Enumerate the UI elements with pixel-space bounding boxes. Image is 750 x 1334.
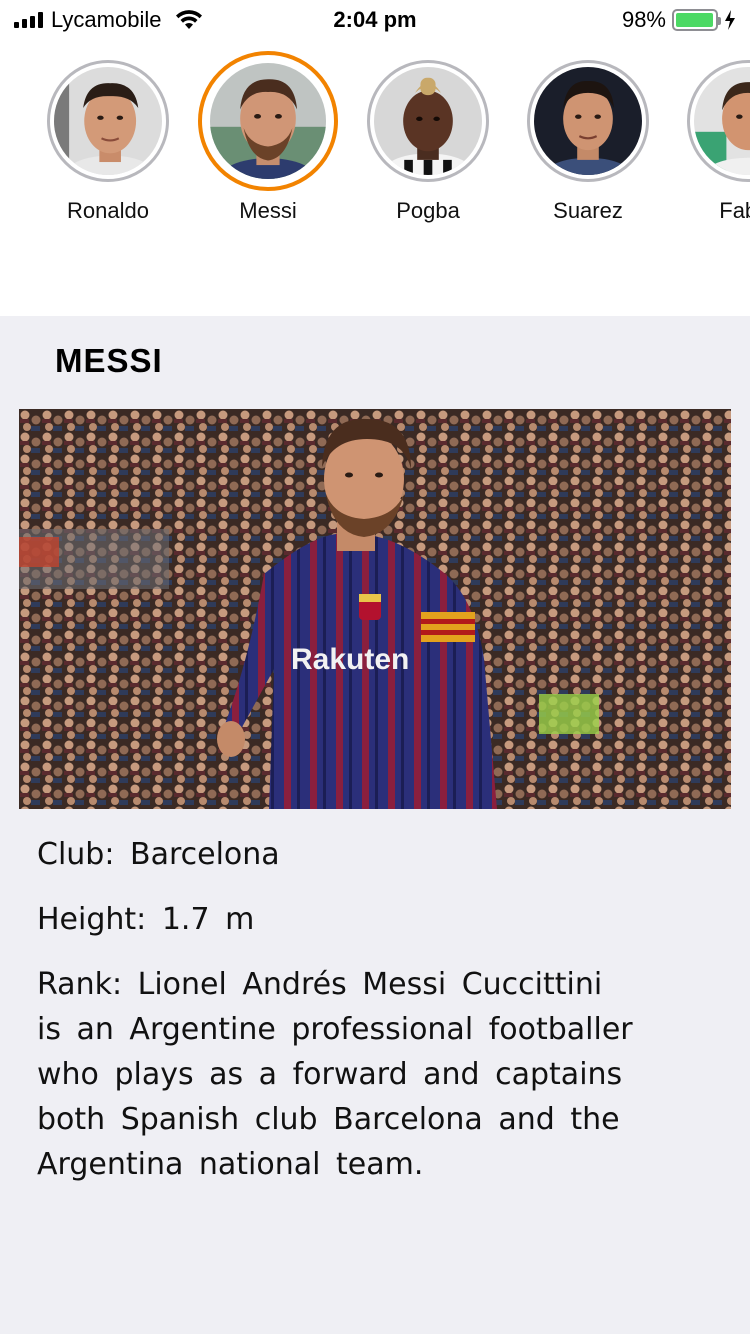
player-item-fabre[interactable]: Fabre xyxy=(668,60,750,224)
player-name: Messi xyxy=(239,198,297,223)
player-name: Pogba xyxy=(396,198,460,223)
player-item-pogba[interactable]: Pogba xyxy=(348,60,508,224)
player-item-ronaldo[interactable]: Ronaldo xyxy=(28,60,188,224)
height-value: 1.7 m xyxy=(161,902,255,937)
battery-percent: 98% xyxy=(621,7,666,32)
avatar-ring xyxy=(367,60,489,182)
player-detail-panel: MESSI Rakuten Club: Barcelona Height: 1.… xyxy=(0,316,750,1334)
player-item-suarez[interactable]: Suarez xyxy=(508,60,668,224)
avatar-ring-selected xyxy=(198,51,338,191)
carrier-name: Lycamobile xyxy=(51,7,162,32)
avatar-fabre xyxy=(694,67,750,175)
avatar-messi xyxy=(210,63,326,179)
charging-bolt-icon xyxy=(725,10,735,30)
player-info: Club: Barcelona Height: 1.7 m Rank: Lion… xyxy=(37,832,637,1207)
rank-row: Rank: Lionel Andrés Messi Cuccittini is … xyxy=(37,962,637,1187)
avatar-ronaldo xyxy=(54,67,162,175)
status-right: 98% xyxy=(622,7,736,33)
player-hero-image: Rakuten xyxy=(19,409,731,809)
svg-text:Rakuten: Rakuten xyxy=(291,643,409,676)
player-name: Suarez xyxy=(553,198,623,223)
avatar-ring xyxy=(527,60,649,182)
rank-value: Lionel Andrés Messi Cuccittini is an Arg… xyxy=(37,967,633,1182)
player-selector: Ronaldo Messi Pogba Suarez Fa xyxy=(0,48,750,316)
club-value: Barcelona xyxy=(130,837,280,872)
avatar-ring xyxy=(687,60,750,182)
app-screen: Lycamobile 2:04 pm 98% Ronaldo Messi Pog… xyxy=(0,0,750,1334)
player-item-messi[interactable]: Messi xyxy=(188,51,348,224)
page-title: MESSI xyxy=(55,342,163,379)
club-label: Club: xyxy=(37,837,115,872)
height-label: Height: xyxy=(37,902,147,937)
status-left: Lycamobile xyxy=(14,7,203,33)
status-bar: Lycamobile 2:04 pm 98% xyxy=(0,0,750,40)
club-row: Club: Barcelona xyxy=(37,832,637,877)
avatar-pogba xyxy=(374,67,482,175)
wifi-icon xyxy=(176,10,203,29)
avatar-suarez xyxy=(534,67,642,175)
signal-icon xyxy=(14,12,43,28)
player-name: Fabre xyxy=(719,198,750,223)
rank-label: Rank: xyxy=(37,967,123,1002)
height-row: Height: 1.7 m xyxy=(37,897,637,942)
player-name: Ronaldo xyxy=(67,198,149,223)
battery-icon xyxy=(672,9,721,31)
avatar-ring xyxy=(47,60,169,182)
